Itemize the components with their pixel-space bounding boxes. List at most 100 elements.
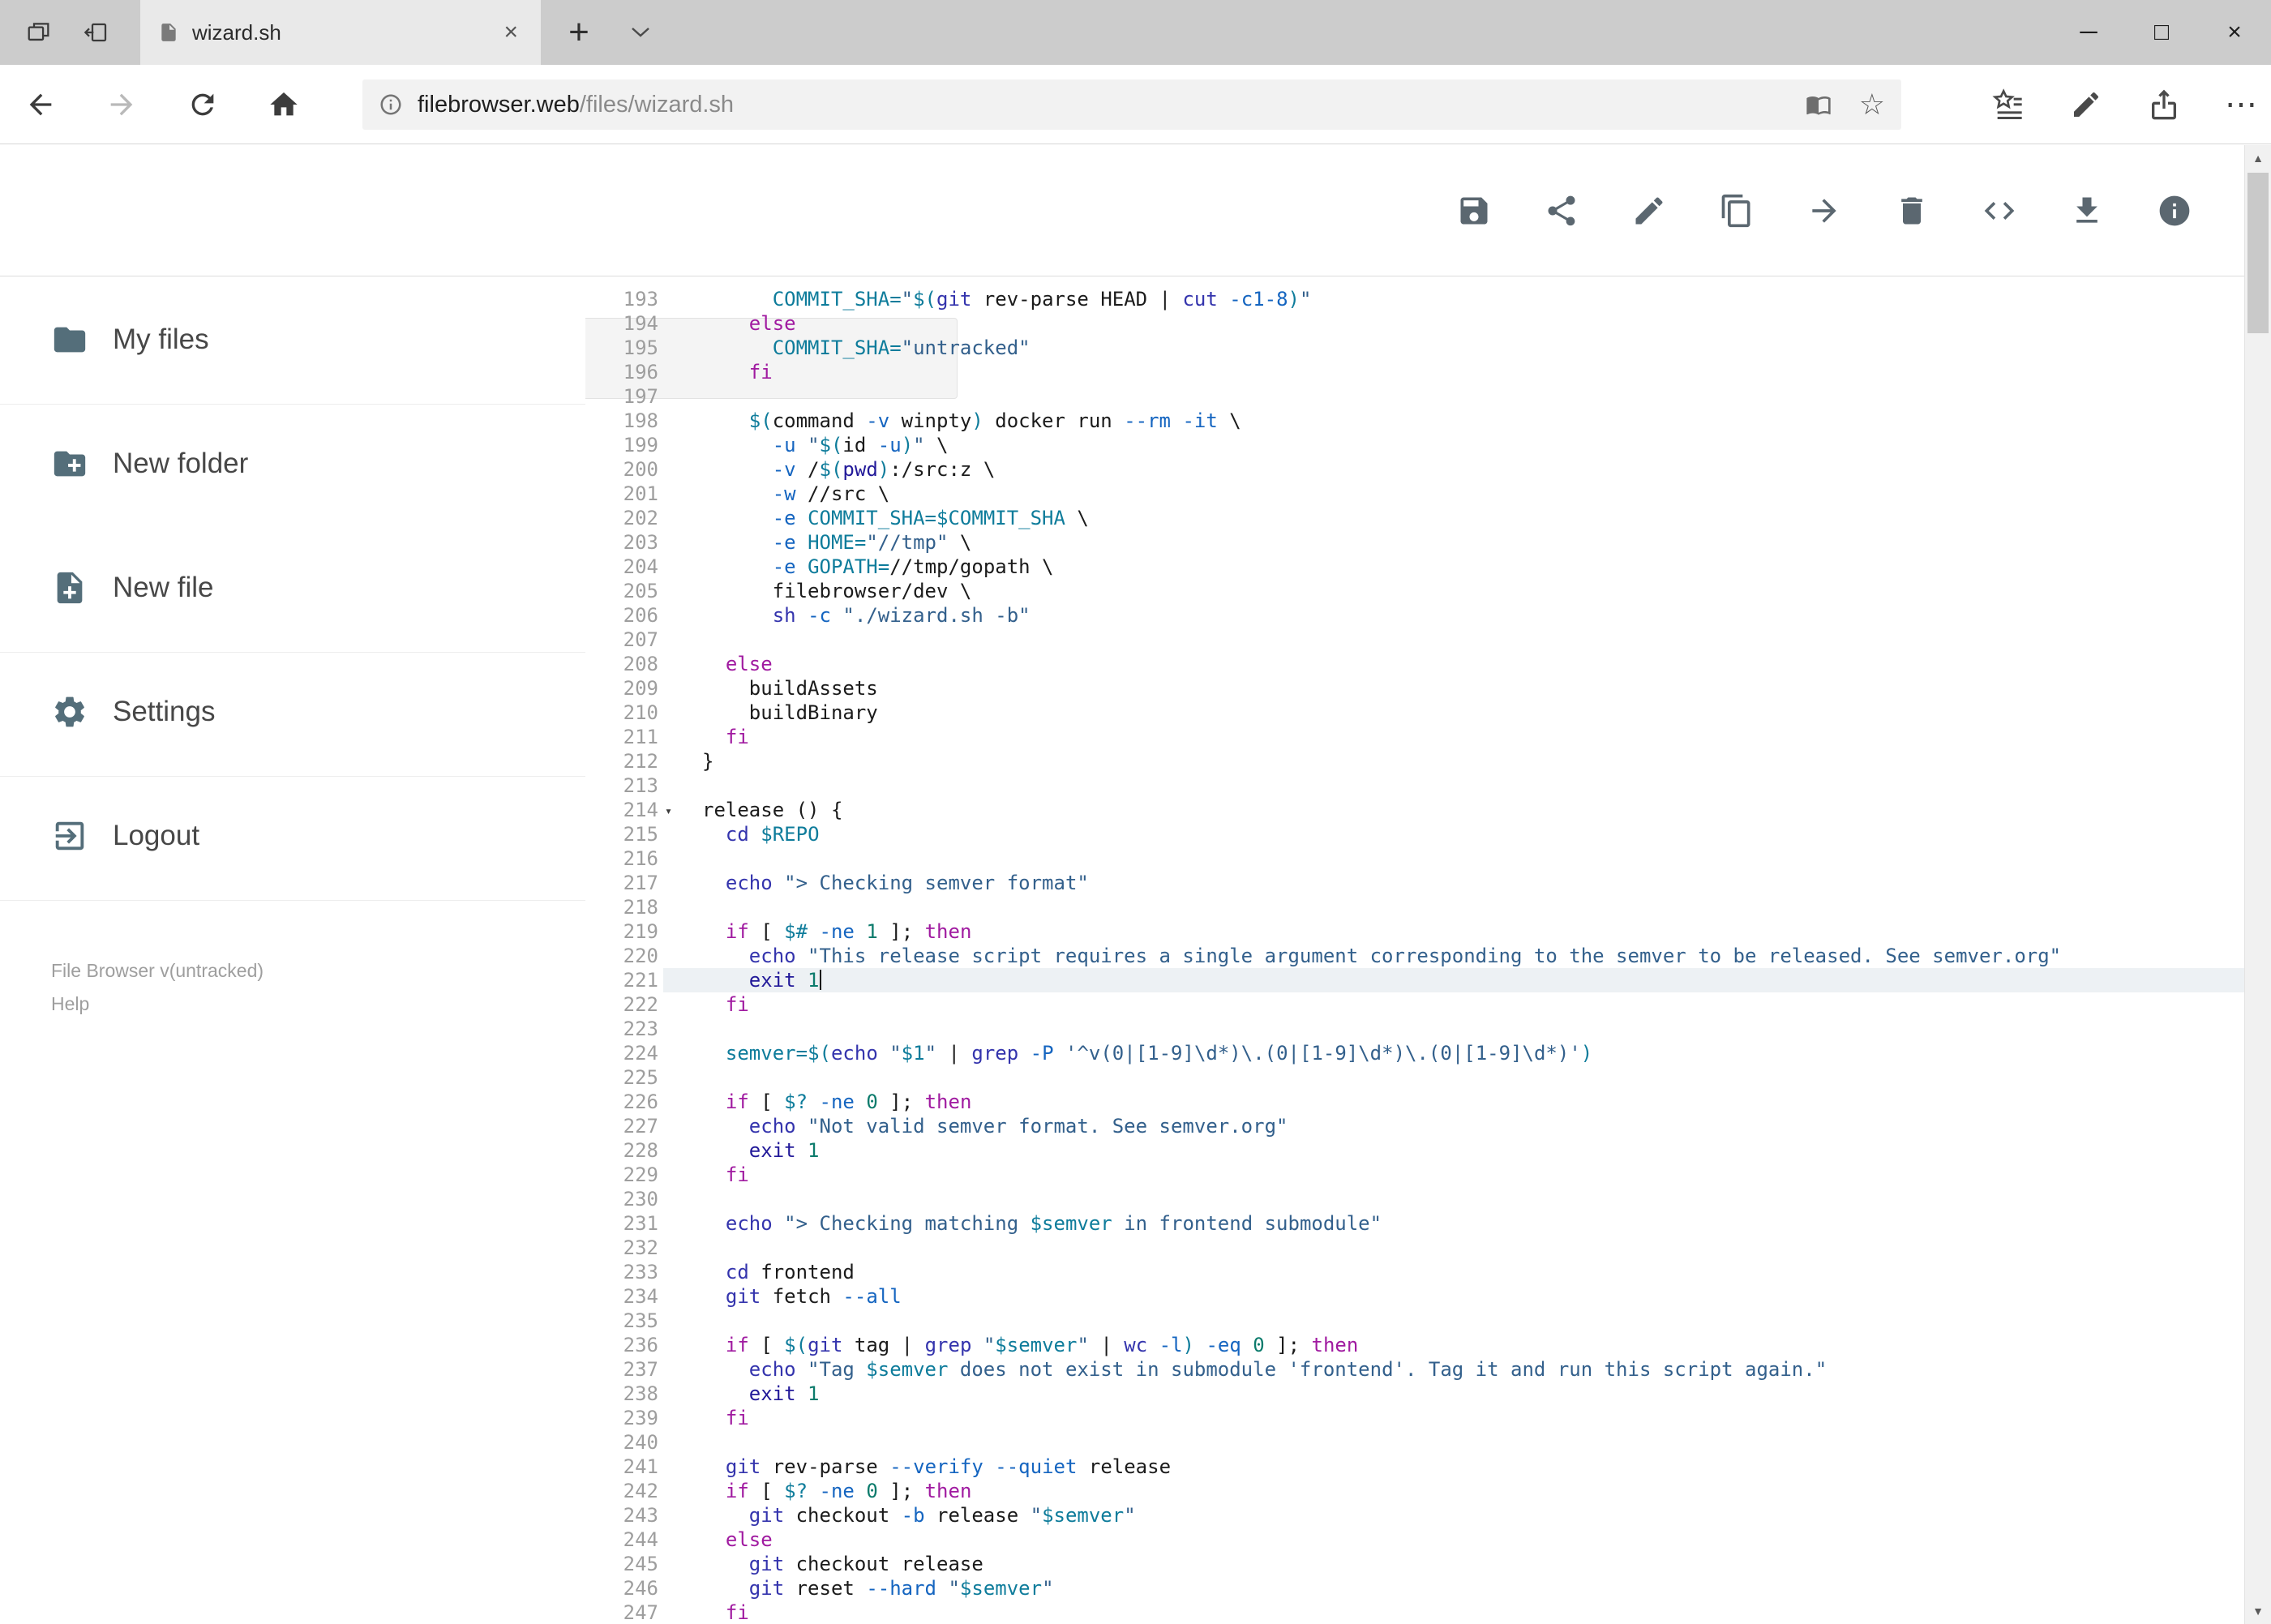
more-button[interactable]: ⋯ — [2224, 87, 2260, 122]
info-button[interactable] — [2157, 193, 2192, 229]
code-line-210[interactable]: 210 buildBinary — [585, 701, 2244, 725]
code-line-239[interactable]: 239 fi — [585, 1406, 2244, 1430]
code-line-233[interactable]: 233 cd frontend — [585, 1260, 2244, 1284]
scrollbar-thumb[interactable] — [2247, 173, 2269, 333]
code-line-245[interactable]: 245 git checkout release — [585, 1552, 2244, 1576]
line-number: 210 — [623, 701, 658, 724]
share-button[interactable] — [1544, 193, 1579, 229]
code-line-207[interactable]: 207 — [585, 628, 2244, 652]
refresh-button[interactable] — [185, 87, 221, 122]
code-line-247[interactable]: 247 fi — [585, 1600, 2244, 1624]
code-line-232[interactable]: 232 — [585, 1236, 2244, 1260]
code-line-220[interactable]: 220 echo "This release script requires a… — [585, 944, 2244, 968]
code-line-237[interactable]: 237 echo "Tag $semver does not exist in … — [585, 1357, 2244, 1382]
code-line-198[interactable]: 198 $(command -v winpty) docker run --rm… — [585, 409, 2244, 433]
code-line-204[interactable]: 204 -e GOPATH=//tmp/gopath \ — [585, 555, 2244, 579]
code-button[interactable] — [1982, 193, 2017, 229]
code-line-194[interactable]: 194 else — [585, 311, 2244, 336]
sidebar-item-new-folder[interactable]: New folder — [0, 425, 585, 503]
code-line-221[interactable]: 221 exit 1 — [585, 968, 2244, 992]
code-line-199[interactable]: 199 -u "$(id -u)" \ — [585, 433, 2244, 457]
line-number: 232 — [623, 1236, 658, 1259]
code-line-208[interactable]: 208 else — [585, 652, 2244, 676]
code-line-240[interactable]: 240 — [585, 1430, 2244, 1455]
scroll-up-icon[interactable]: ▲ — [2245, 145, 2271, 171]
maximize-button[interactable]: □ — [2125, 0, 2198, 65]
code-line-211[interactable]: 211 fi — [585, 725, 2244, 749]
code-line-231[interactable]: 231 echo "> Checking matching $semver in… — [585, 1211, 2244, 1236]
close-button[interactable]: × — [2198, 0, 2271, 65]
favorites-hub-button[interactable] — [1990, 87, 2026, 122]
code-line-213[interactable]: 213 — [585, 773, 2244, 798]
save-button[interactable] — [1456, 193, 1492, 229]
tab-wizard-sh[interactable]: wizard.sh × — [140, 0, 541, 65]
move-button[interactable] — [1806, 193, 1842, 229]
set-tabs-aside-button[interactable] — [71, 0, 120, 65]
back-button[interactable] — [23, 87, 58, 122]
code-editor[interactable]: 193 COMMIT_SHA="$(git rev-parse HEAD | c… — [585, 276, 2244, 1624]
page-scrollbar[interactable]: ▲ ▼ — [2244, 145, 2271, 1624]
code-line-224[interactable]: 224 semver=$(echo "$1" | grep -P '^v(0|[… — [585, 1041, 2244, 1065]
web-note-button[interactable] — [2068, 87, 2104, 122]
code-line-218[interactable]: 218 — [585, 895, 2244, 919]
code-line-238[interactable]: 238 exit 1 — [585, 1382, 2244, 1406]
code-line-244[interactable]: 244 else — [585, 1528, 2244, 1552]
site-info-icon[interactable] — [379, 92, 403, 117]
code-line-214[interactable]: 214 ▾ release () { — [585, 798, 2244, 822]
code-line-226[interactable]: 226 if [ $? -ne 0 ]; then — [585, 1090, 2244, 1114]
copy-button[interactable] — [1719, 193, 1755, 229]
tab-preview-button[interactable] — [15, 0, 63, 65]
code-line-195[interactable]: 195 COMMIT_SHA="untracked" — [585, 336, 2244, 360]
sidebar-item-logout[interactable]: Logout — [0, 797, 585, 875]
code-line-203[interactable]: 203 -e HOME="//tmp" \ — [585, 530, 2244, 555]
code-line-227[interactable]: 227 echo "Not valid semver format. See s… — [585, 1114, 2244, 1138]
code-line-225[interactable]: 225 — [585, 1065, 2244, 1090]
sidebar-item-my-files[interactable]: My files — [0, 301, 585, 379]
help-link[interactable]: Help — [51, 993, 585, 1015]
code-line-222[interactable]: 222 fi — [585, 992, 2244, 1017]
code-line-217[interactable]: 217 echo "> Checking semver format" — [585, 871, 2244, 895]
minimize-button[interactable]: ─ — [2052, 0, 2125, 65]
code-line-234[interactable]: 234 git fetch --all — [585, 1284, 2244, 1309]
code-line-201[interactable]: 201 -w //src \ — [585, 482, 2244, 506]
code-line-196[interactable]: 196 fi — [585, 360, 2244, 384]
scroll-down-icon[interactable]: ▼ — [2245, 1598, 2271, 1624]
code-line-205[interactable]: 205 filebrowser/dev \ — [585, 579, 2244, 603]
code-line-219[interactable]: 219 if [ $# -ne 1 ]; then — [585, 919, 2244, 944]
forward-button[interactable] — [104, 87, 139, 122]
fold-marker-icon[interactable]: ▾ — [665, 799, 672, 823]
code-line-243[interactable]: 243 git checkout -b release "$semver" — [585, 1503, 2244, 1528]
code-line-246[interactable]: 246 git reset --hard "$semver" — [585, 1576, 2244, 1600]
code-line-230[interactable]: 230 — [585, 1187, 2244, 1211]
code-line-235[interactable]: 235 — [585, 1309, 2244, 1333]
code-line-242[interactable]: 242 if [ $? -ne 0 ]; then — [585, 1479, 2244, 1503]
code-line-209[interactable]: 209 buildAssets — [585, 676, 2244, 701]
share-page-button[interactable] — [2146, 87, 2182, 122]
code-line-236[interactable]: 236 if [ $(git tag | grep "$semver" | wc… — [585, 1333, 2244, 1357]
delete-button[interactable] — [1894, 193, 1930, 229]
tab-chevron-icon[interactable] — [618, 0, 663, 65]
code-line-197[interactable]: 197 — [585, 384, 2244, 409]
settings-icon — [55, 696, 84, 727]
code-line-229[interactable]: 229 fi — [585, 1163, 2244, 1187]
reading-view-button[interactable] — [1806, 92, 1832, 118]
edit-button[interactable] — [1631, 193, 1667, 229]
code-line-200[interactable]: 200 -v /$(pwd):/src:z \ — [585, 457, 2244, 482]
code-line-216[interactable]: 216 — [585, 846, 2244, 871]
code-line-206[interactable]: 206 sh -c "./wizard.sh -b" — [585, 603, 2244, 628]
code-line-212[interactable]: 212} — [585, 749, 2244, 773]
favorite-star-button[interactable]: ☆ — [1859, 90, 1885, 119]
download-button[interactable] — [2069, 193, 2105, 229]
new-tab-button[interactable]: + — [556, 0, 602, 65]
code-line-241[interactable]: 241 git rev-parse --verify --quiet relea… — [585, 1455, 2244, 1479]
code-line-228[interactable]: 228 exit 1 — [585, 1138, 2244, 1163]
code-line-202[interactable]: 202 -e COMMIT_SHA=$COMMIT_SHA \ — [585, 506, 2244, 530]
code-line-193[interactable]: 193 COMMIT_SHA="$(git rev-parse HEAD | c… — [585, 287, 2244, 311]
tab-close-icon[interactable]: × — [499, 20, 523, 45]
code-line-223[interactable]: 223 — [585, 1017, 2244, 1041]
address-bar[interactable]: filebrowser.web/files/wizard.sh ☆ — [362, 79, 1901, 130]
home-button[interactable] — [266, 87, 302, 122]
sidebar-item-new-file[interactable]: New file — [0, 549, 585, 627]
sidebar-item-settings[interactable]: Settings — [0, 673, 585, 751]
code-line-215[interactable]: 215 cd $REPO — [585, 822, 2244, 846]
